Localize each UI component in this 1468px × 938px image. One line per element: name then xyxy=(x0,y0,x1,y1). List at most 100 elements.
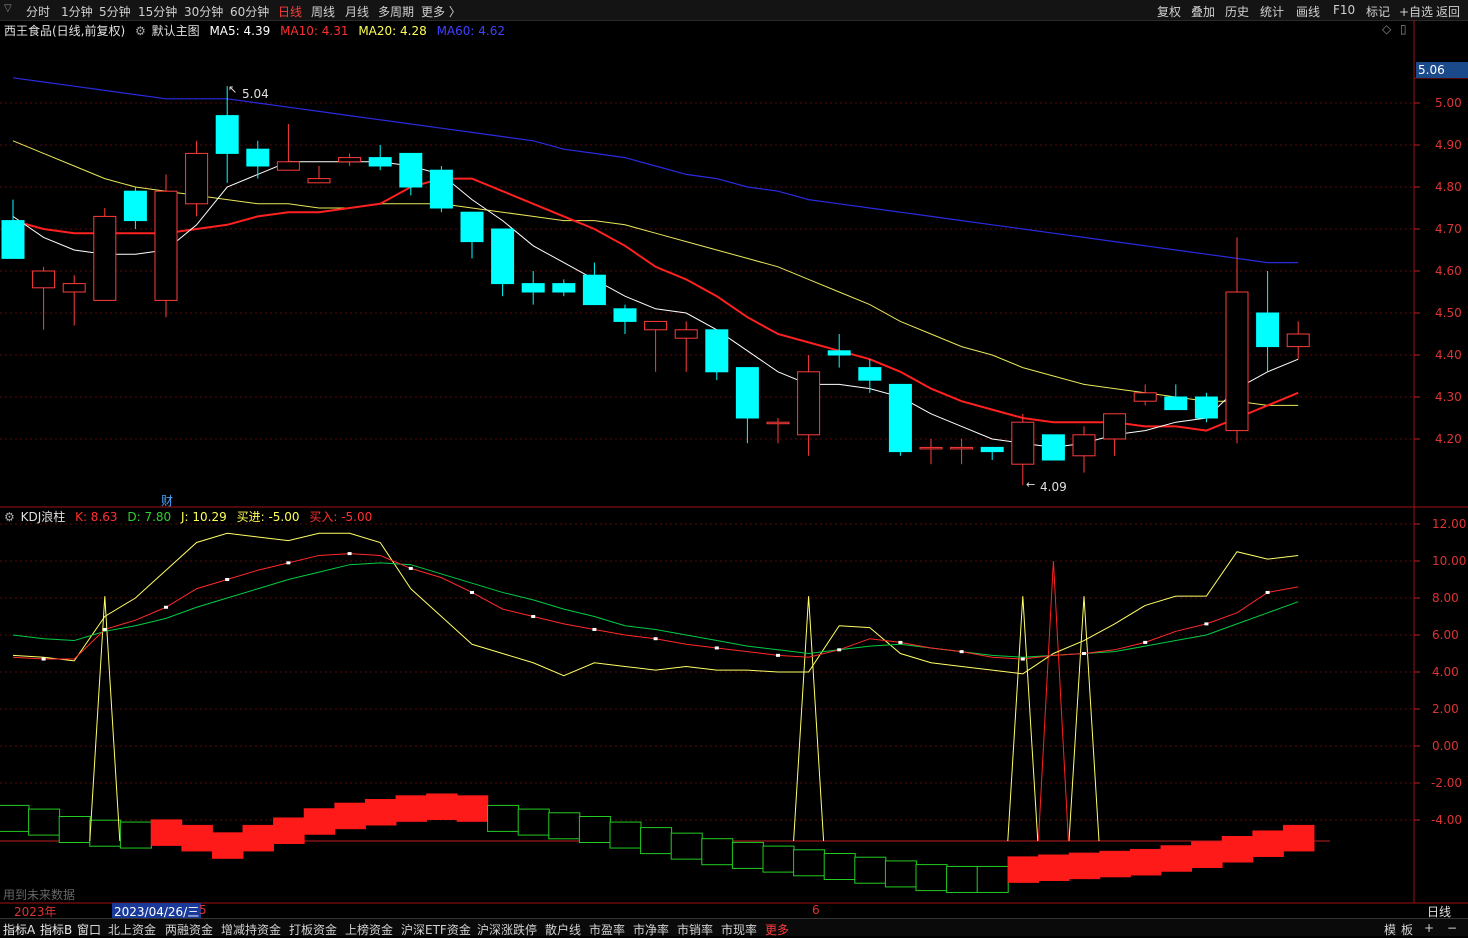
kdj-k-dot-35 xyxy=(1082,652,1086,655)
ma5-value: MA5: 4.39 xyxy=(209,24,271,38)
wave-bar-19 xyxy=(578,816,611,843)
bottom-tab-0[interactable]: 指标A xyxy=(3,921,35,938)
kdj-tick-0: 12.00 xyxy=(1432,517,1467,531)
tool-tab-1[interactable]: 叠加 xyxy=(1191,3,1215,20)
bottom-tab-3[interactable]: 北上资金 xyxy=(108,921,156,938)
main-indicator-line: 西王食品(日线,前复权) ⚙ 默认主图 MA5: 4.39 MA10: 4.31… xyxy=(4,22,511,39)
candle-body-31 xyxy=(950,446,974,450)
candle-body-32 xyxy=(980,446,1004,453)
kdj-tick-4: 4.00 xyxy=(1432,665,1459,679)
candle-body-24 xyxy=(735,367,759,419)
wave-bar-28 xyxy=(854,856,887,884)
kdj-buy: 买入: -5.00 xyxy=(309,510,373,524)
period-tab-2[interactable]: 5分钟 xyxy=(99,3,131,20)
period-tab-8[interactable]: 月线 xyxy=(345,3,369,20)
current-price-badge: 5.06 xyxy=(1416,62,1468,78)
wave-bar-40 xyxy=(1221,836,1254,863)
bottom-ctrl-2[interactable]: + xyxy=(1424,921,1434,935)
bottom-ctrl-3[interactable]: − xyxy=(1447,921,1457,935)
tool-tab-0[interactable]: 复权 xyxy=(1157,3,1181,20)
ma60-line xyxy=(12,77,1299,264)
kdj-k-dot-37 xyxy=(1143,640,1148,644)
window-menu-icon[interactable]: ▽ xyxy=(4,3,12,14)
bottom-tab-12[interactable]: 市净率 xyxy=(633,921,669,938)
diamond-icon[interactable]: ◇ xyxy=(1382,22,1391,36)
candle-body-25 xyxy=(766,421,790,425)
bottom-tab-15[interactable]: 更多 xyxy=(765,921,789,938)
kdj-settings-icon[interactable]: ⚙ xyxy=(4,510,15,524)
period-tab-1[interactable]: 1分钟 xyxy=(61,3,93,20)
kdj-k-dot-9 xyxy=(286,561,291,565)
tool-tab-6[interactable]: 标记 xyxy=(1366,3,1390,20)
bottom-ctrl-1[interactable]: 板 xyxy=(1401,921,1413,938)
kdj-k-dot-13 xyxy=(408,566,413,570)
settings-icon[interactable]: ⚙ xyxy=(135,24,146,38)
period-tab-0[interactable]: 分时 xyxy=(26,3,50,20)
kdj-k-line xyxy=(12,553,1299,660)
tool-tab-2[interactable]: 历史 xyxy=(1225,3,1249,20)
wave-bar-3 xyxy=(89,819,122,847)
kdj-name[interactable]: KDJ浪柱 xyxy=(21,510,66,524)
kdj-tick-3: 6.00 xyxy=(1432,628,1459,642)
bottom-tab-7[interactable]: 上榜资金 xyxy=(345,921,393,938)
tool-tab-7[interactable]: +自选 xyxy=(1399,3,1433,20)
bottom-tab-13[interactable]: 市销率 xyxy=(677,921,713,938)
bottom-tab-10[interactable]: 散户线 xyxy=(545,921,581,938)
kdj-indicator-line: ⚙ KDJ浪柱 K: 8.63 D: 7.80 J: 10.29 买进: -5.… xyxy=(4,508,378,525)
price-tick-1: 4.90 xyxy=(1435,138,1462,152)
price-tick-0: 5.00 xyxy=(1435,96,1462,110)
tool-tab-8[interactable]: 返回 xyxy=(1436,3,1460,20)
candle-body-34 xyxy=(1041,434,1065,461)
candle-body-13 xyxy=(399,152,423,188)
wave-bar-17 xyxy=(517,808,550,836)
period-tab-6[interactable]: 日线 xyxy=(278,3,302,20)
wave-bar-5 xyxy=(150,819,183,846)
candle-body-15 xyxy=(460,211,484,243)
wave-bar-38 xyxy=(1160,845,1193,872)
kdj-k-dot-27 xyxy=(837,648,842,652)
candle-body-3 xyxy=(93,215,117,301)
wave-bar-24 xyxy=(731,841,764,869)
wave-bar-37 xyxy=(1129,848,1162,876)
wave-bar-1 xyxy=(28,808,61,836)
tool-tab-3[interactable]: 统计 xyxy=(1260,3,1284,20)
bottom-tab-4[interactable]: 两融资金 xyxy=(165,921,213,938)
wave-bar-4 xyxy=(119,821,152,849)
panel-icon[interactable]: ▯ xyxy=(1400,22,1407,36)
kdj-k-dot-33 xyxy=(1020,657,1025,661)
bottom-tab-1[interactable]: 指标B xyxy=(40,921,72,938)
bottom-ctrl-0[interactable]: 模 xyxy=(1384,921,1396,938)
period-toolbar: ▽ 分时 1分钟 5分钟 15分钟 30分钟 60分钟 日线 周线 月线 多周期 更多 〉 复权 叠加… xyxy=(0,0,1468,21)
template-name[interactable]: 默认主图 xyxy=(152,24,200,38)
candle-body-21 xyxy=(644,320,668,331)
period-tab-10[interactable]: 更多 〉 xyxy=(421,3,461,20)
period-tab-7[interactable]: 周线 xyxy=(311,3,335,20)
candle-body-36 xyxy=(1103,413,1127,440)
financial-report-marker[interactable]: 财 xyxy=(161,492,173,509)
wave-bar-42 xyxy=(1282,824,1315,852)
period-tab-4[interactable]: 30分钟 xyxy=(184,3,223,20)
tool-tab-4[interactable]: 画线 xyxy=(1296,3,1320,20)
wave-bar-27 xyxy=(823,853,856,880)
candle-body-17 xyxy=(521,283,545,293)
j-spike-0 xyxy=(89,596,121,842)
bottom-tab-11[interactable]: 市盈率 xyxy=(589,921,625,938)
bottom-tab-8[interactable]: 沪深ETF资金 xyxy=(401,921,471,938)
period-tab-5[interactable]: 60分钟 xyxy=(230,3,269,20)
bottom-tab-5[interactable]: 增减持资金 xyxy=(221,921,281,938)
wave-bar-36 xyxy=(1099,850,1131,878)
candle-body-42 xyxy=(1286,333,1310,348)
wave-bar-23 xyxy=(701,838,734,866)
candle-body-11 xyxy=(338,157,362,163)
bottom-tab-6[interactable]: 打板资金 xyxy=(289,921,337,938)
tool-tab-5[interactable]: F10 xyxy=(1333,3,1355,17)
kdj-k-dot-41 xyxy=(1265,590,1270,594)
wave-bar-39 xyxy=(1191,841,1223,869)
bottom-tab-14[interactable]: 市现率 xyxy=(721,921,757,938)
bottom-tab-2[interactable]: 窗口 xyxy=(77,921,101,938)
period-tab-9[interactable]: 多周期 xyxy=(378,3,414,20)
bottom-tab-9[interactable]: 沪深涨跌停 xyxy=(477,921,537,938)
candle-body-35 xyxy=(1072,434,1096,457)
period-tab-3[interactable]: 15分钟 xyxy=(138,3,177,20)
wave-bar-25 xyxy=(762,845,795,873)
